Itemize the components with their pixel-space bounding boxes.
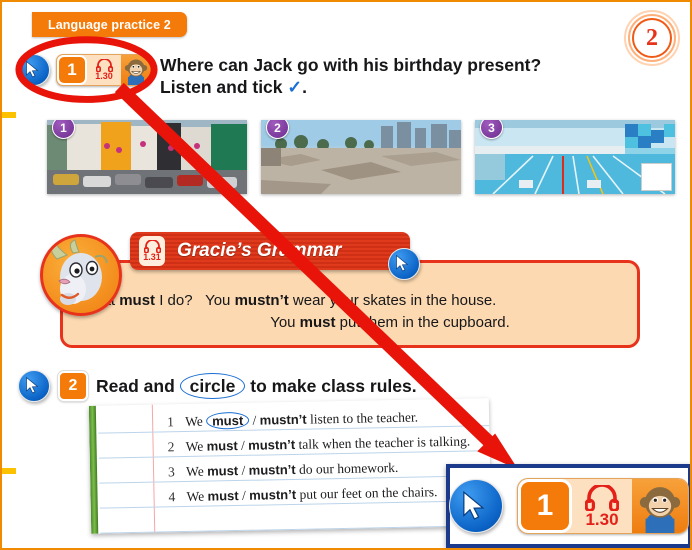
- zoom-callout: 1 1.30: [446, 464, 690, 548]
- callout-number: 1: [518, 479, 572, 533]
- notebook-spine: [88, 405, 99, 534]
- edge-tab-marker-bottom: [2, 468, 16, 474]
- notebook-item-must[interactable]: must: [205, 411, 250, 430]
- notebook-item-b: listen to the teacher.: [306, 409, 419, 427]
- notebook-item-mustnt[interactable]: mustn’t: [248, 437, 295, 453]
- notebook-item-must[interactable]: must: [206, 438, 237, 454]
- photo-option-2[interactable]: 2: [261, 120, 461, 194]
- grammar-l1-mustnt: mustn’t: [234, 292, 289, 309]
- exercise-1-audio-badge[interactable]: 1.30: [87, 55, 121, 85]
- exercise-1-heading-line1: Where can Jack go with his birthday pres…: [160, 55, 542, 75]
- grammar-l2-must: must: [299, 313, 336, 331]
- notebook-item-sep: /: [237, 437, 249, 453]
- notebook-margin-line: [151, 404, 156, 533]
- exercise-2-circled-word: circle: [179, 372, 246, 400]
- exercise-1-heading: Where can Jack go with his birthday pres…: [160, 54, 541, 99]
- grammar-l2-b: put them in the cupboard.: [335, 313, 510, 331]
- notebook-item-mustnt[interactable]: mustn’t: [249, 462, 296, 478]
- notebook-item-must[interactable]: must: [207, 488, 238, 504]
- grammar-l2-a: You: [270, 313, 300, 331]
- exercise-2-heading-b: to make class rules.: [245, 375, 417, 396]
- notebook-item-number: 1: [166, 414, 175, 430]
- grammar-text: What must I do? You mustn’t wear your sk…: [80, 290, 630, 334]
- notebook-item-sep: /: [238, 487, 250, 503]
- page-number-badge: 2: [624, 10, 680, 66]
- cursor-arrow-icon[interactable]: [449, 479, 503, 533]
- monkey-character-icon: [632, 479, 688, 533]
- notebook-item-number: 2: [167, 439, 175, 455]
- exercise-1-track-number: 1.30: [95, 71, 113, 81]
- notebook-rule: [100, 525, 492, 534]
- notebook-item-mustnt[interactable]: mustn’t: [260, 412, 307, 428]
- exercise-2-number: 2: [58, 371, 88, 401]
- photo-option-3[interactable]: 3: [475, 120, 675, 194]
- worksheet-page: Language practice 2 2 1 1.30 Where can J…: [0, 0, 692, 550]
- grammar-l1-b: I do?: [155, 292, 193, 309]
- grammar-audio-badge[interactable]: 1.31: [139, 236, 165, 266]
- grammar-cursor-icon[interactable]: [388, 248, 420, 280]
- tick-glyph-icon: ✓: [287, 77, 303, 98]
- notebook-item-a: We: [185, 463, 208, 479]
- headphones-icon: [585, 484, 619, 511]
- notebook: 1 We must / mustn’t listen to the teacher…: [88, 398, 492, 534]
- exercise-1-header: 1 1.30 Where can Jack go with his birthd…: [18, 54, 541, 99]
- callout-badge-group[interactable]: 1 1.30: [517, 478, 689, 534]
- exercise-2-header: 2 Read and circle to make class rules.: [18, 370, 417, 402]
- exercise-1-badge-group[interactable]: 1 1.30: [56, 54, 152, 86]
- exercise-1-heading-period: .: [302, 77, 307, 98]
- cursor-arrow-icon[interactable]: [18, 54, 50, 86]
- page-number-value: 2: [646, 24, 658, 51]
- grammar-title: Gracie’s Grammar: [177, 240, 342, 261]
- exercise-1-number: 1: [57, 55, 87, 85]
- edge-tab-marker-top: [2, 112, 16, 118]
- notebook-item-number: 3: [167, 464, 175, 480]
- exercise-2-heading: Read and circle to make class rules.: [96, 372, 417, 400]
- photo-option-1[interactable]: 1: [47, 120, 247, 194]
- callout-track-number: 1.30: [585, 509, 619, 529]
- notebook-item-b: do our homework.: [295, 459, 399, 477]
- notebook-item-a: We: [186, 488, 208, 504]
- grammar-l1-must: must: [119, 292, 156, 309]
- notebook-item-a: We: [185, 438, 207, 454]
- photo-3-tick-box[interactable]: [641, 163, 672, 191]
- notebook-item-b: talk when the teacher is talking.: [295, 433, 471, 452]
- grammar-banner: 1.31 Gracie’s Grammar: [130, 232, 410, 270]
- monkey-character-icon: [121, 55, 151, 85]
- notebook-item-b: put our feet on the chairs.: [295, 484, 438, 502]
- grammar-track-number: 1.31: [143, 252, 161, 262]
- section-banner-label: Language practice 2: [48, 17, 171, 32]
- grammar-l1-c: You: [205, 292, 235, 309]
- exercise-2-heading-a: Read and: [96, 375, 180, 396]
- notebook-item-must[interactable]: must: [207, 463, 238, 479]
- goat-mascot-icon: [40, 234, 122, 316]
- section-banner: Language practice 2: [32, 12, 187, 37]
- notebook-item-number: 4: [168, 489, 176, 505]
- notebook-item-sep: /: [249, 412, 260, 428]
- grammar-l1-d: wear your skates in the house.: [288, 292, 497, 309]
- callout-audio-badge[interactable]: 1.30: [572, 479, 632, 533]
- skatepark-art: [261, 120, 461, 194]
- exercise-1-heading-line2: Listen and tick: [160, 77, 283, 98]
- street-scene-art: [47, 120, 247, 194]
- notebook-item-mustnt[interactable]: mustn’t: [249, 487, 296, 503]
- notebook-item-sep: /: [238, 462, 249, 478]
- cursor-arrow-icon[interactable]: [18, 370, 50, 402]
- photo-row: 1 2 3: [47, 120, 675, 194]
- notebook-item-a: We: [184, 413, 207, 430]
